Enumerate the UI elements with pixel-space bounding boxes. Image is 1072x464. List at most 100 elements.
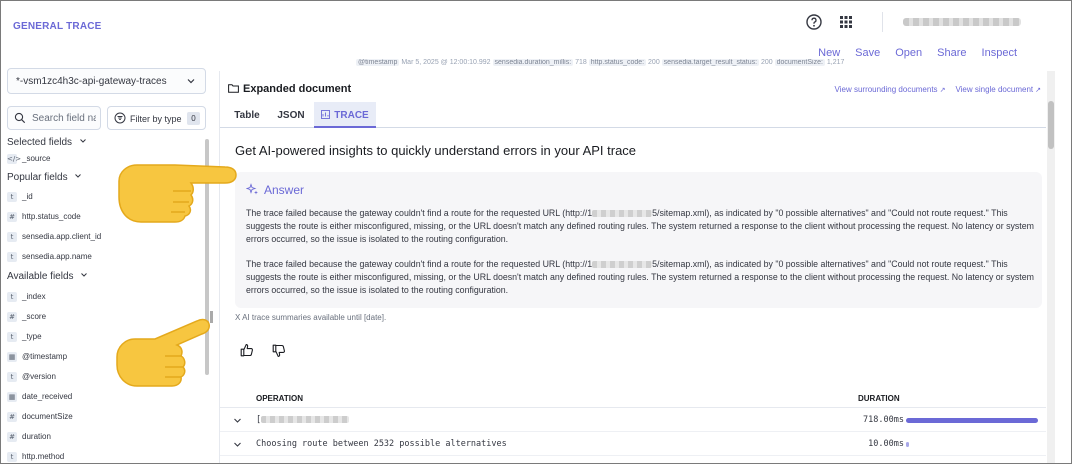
duration-bar xyxy=(906,418,1038,423)
peek-key: sensedia.duration_millis: xyxy=(492,59,574,66)
filter-icon xyxy=(114,112,126,124)
thumbs-up-icon[interactable] xyxy=(240,343,254,357)
tab-label: Table xyxy=(234,110,260,121)
field-search-input[interactable]: Search field names xyxy=(7,106,101,130)
field-type-token: # xyxy=(7,212,17,222)
top-actions: New Save Open Share Inspect xyxy=(818,47,1017,59)
selected-fields-label: Selected fields xyxy=(7,137,73,148)
sparkles-icon xyxy=(246,183,258,195)
share-button[interactable]: Share xyxy=(937,47,966,59)
available-fields-heading[interactable]: Available fields xyxy=(7,271,88,282)
selected-fields-heading[interactable]: Selected fields xyxy=(7,137,87,148)
field-type-token: # xyxy=(7,312,17,322)
tab-json[interactable]: JSON xyxy=(270,102,312,128)
user-name-redacted[interactable] xyxy=(903,18,1021,26)
chevron-down-icon xyxy=(79,139,86,143)
insights-heading: Get AI-powered insights to quickly under… xyxy=(235,143,637,158)
answer-heading-label: Answer xyxy=(264,183,305,197)
view-single-link[interactable]: View single document ↗ xyxy=(955,85,1041,94)
field-type-token: t xyxy=(7,192,17,202)
field-name: @timestamp xyxy=(22,352,68,361)
field-name: documentSize xyxy=(22,412,73,421)
search-icon xyxy=(14,112,26,124)
popular-fields-label: Popular fields xyxy=(7,172,68,183)
help-icon[interactable] xyxy=(805,13,823,31)
filter-count-badge: 0 xyxy=(187,112,200,125)
operations-table: OPERATION DURATION [ 718.00ms Choosing r… xyxy=(220,386,1046,463)
popular-fields-heading[interactable]: Popular fields xyxy=(7,172,82,183)
open-button[interactable]: Open xyxy=(895,47,922,59)
chevron-down-icon xyxy=(187,79,195,84)
new-button[interactable]: New xyxy=(818,47,840,59)
peek-key: @timestamp xyxy=(356,59,400,66)
app-window: GENERAL TRACE New Save Open Share Inspec… xyxy=(0,0,1072,464)
trace-icon xyxy=(321,110,331,119)
redacted-operation xyxy=(261,416,350,423)
field-type-token: </> xyxy=(7,154,22,164)
available-fields-label: Available fields xyxy=(7,271,74,282)
availability-note: X AI trace summaries available until [da… xyxy=(235,313,387,322)
answer-paragraph-2: The trace failed because the gateway cou… xyxy=(246,258,1036,297)
apps-grid-icon[interactable] xyxy=(838,14,854,30)
operations-table-header: OPERATION DURATION xyxy=(220,386,1046,408)
field-type-token: t xyxy=(7,292,17,302)
ai-answer-card: Answer The trace failed because the gate… xyxy=(235,172,1042,308)
field-type-token: t xyxy=(7,372,17,382)
tab-label: TRACE xyxy=(334,110,369,121)
index-pattern-select[interactable]: *-vsm1zc4h3c-api-gateway-traces xyxy=(7,68,206,94)
field-name: @version xyxy=(22,372,56,381)
field-name: http.method xyxy=(22,452,65,461)
field-name: _source xyxy=(22,154,51,163)
header-divider xyxy=(882,12,883,32)
field-name: _index xyxy=(22,292,46,301)
pointing-hand-icon xyxy=(116,318,210,387)
peek-value: Mar 5, 2025 @ 12:00:10.992 xyxy=(399,59,493,66)
field-name: sensedia.app.name xyxy=(22,252,92,261)
field-type-token: t xyxy=(7,232,17,242)
tab-trace[interactable]: TRACE xyxy=(314,102,376,128)
table-row[interactable]: Choosing route between 2532 possible alt… xyxy=(220,432,1046,456)
field-type-token: # xyxy=(7,412,17,422)
table-row[interactable]: [ 718.00ms xyxy=(220,408,1046,432)
peek-value: 200 xyxy=(646,59,662,66)
expanded-document-label: Expanded document xyxy=(243,83,352,95)
operation-duration: 718.00ms xyxy=(863,415,904,425)
redacted-host xyxy=(592,210,653,217)
field-type-token: ▦ xyxy=(7,392,17,402)
top-header: GENERAL TRACE xyxy=(1,1,1071,43)
field-type-token: t xyxy=(7,452,17,462)
view-surrounding-link[interactable]: View surrounding documents ↗ xyxy=(835,85,946,94)
duration-bar-fill xyxy=(906,442,909,447)
inspect-button[interactable]: Inspect xyxy=(982,47,1017,59)
view-single-label: View single document xyxy=(955,85,1034,94)
answer-text: The trace failed because the gateway cou… xyxy=(246,259,593,269)
duration-bar xyxy=(906,442,1038,447)
operation-duration: 10.00ms xyxy=(868,439,904,449)
index-pattern-value: *-vsm1zc4h3c-api-gateway-traces xyxy=(16,76,167,87)
field-type-token: t xyxy=(7,252,17,262)
thumbs-down-icon[interactable] xyxy=(272,344,286,358)
duration-column-header: DURATION xyxy=(858,394,900,403)
field-name: _score xyxy=(22,312,47,321)
chevron-down-icon[interactable] xyxy=(233,440,242,449)
tab-table[interactable]: Table xyxy=(226,102,268,128)
filter-by-type-button[interactable]: Filter by type 0 xyxy=(107,106,206,130)
chevron-down-icon xyxy=(81,273,88,277)
pointing-hand-icon xyxy=(118,164,237,223)
app-title: GENERAL TRACE xyxy=(13,21,102,32)
field-name: _id xyxy=(22,192,33,201)
peek-value: 200 xyxy=(759,59,775,66)
chevron-down-icon xyxy=(75,174,82,178)
field-name: _type xyxy=(22,332,42,341)
folder-icon xyxy=(228,84,239,93)
answer-text: The trace failed because the gateway cou… xyxy=(246,208,593,218)
main-scrollbar-thumb[interactable] xyxy=(1048,101,1054,149)
chevron-down-icon[interactable] xyxy=(233,416,242,425)
search-placeholder: Search field names xyxy=(32,113,96,124)
save-button[interactable]: Save xyxy=(855,47,880,59)
external-link-icon: ↗ xyxy=(1035,87,1041,94)
document-row-peek: @timestamp Mar 5, 2025 @ 12:00:10.992 se… xyxy=(356,59,1046,71)
tab-label: JSON xyxy=(277,110,305,121)
field-type-token: ▦ xyxy=(7,352,17,362)
main-scrollbar[interactable] xyxy=(1047,71,1055,463)
